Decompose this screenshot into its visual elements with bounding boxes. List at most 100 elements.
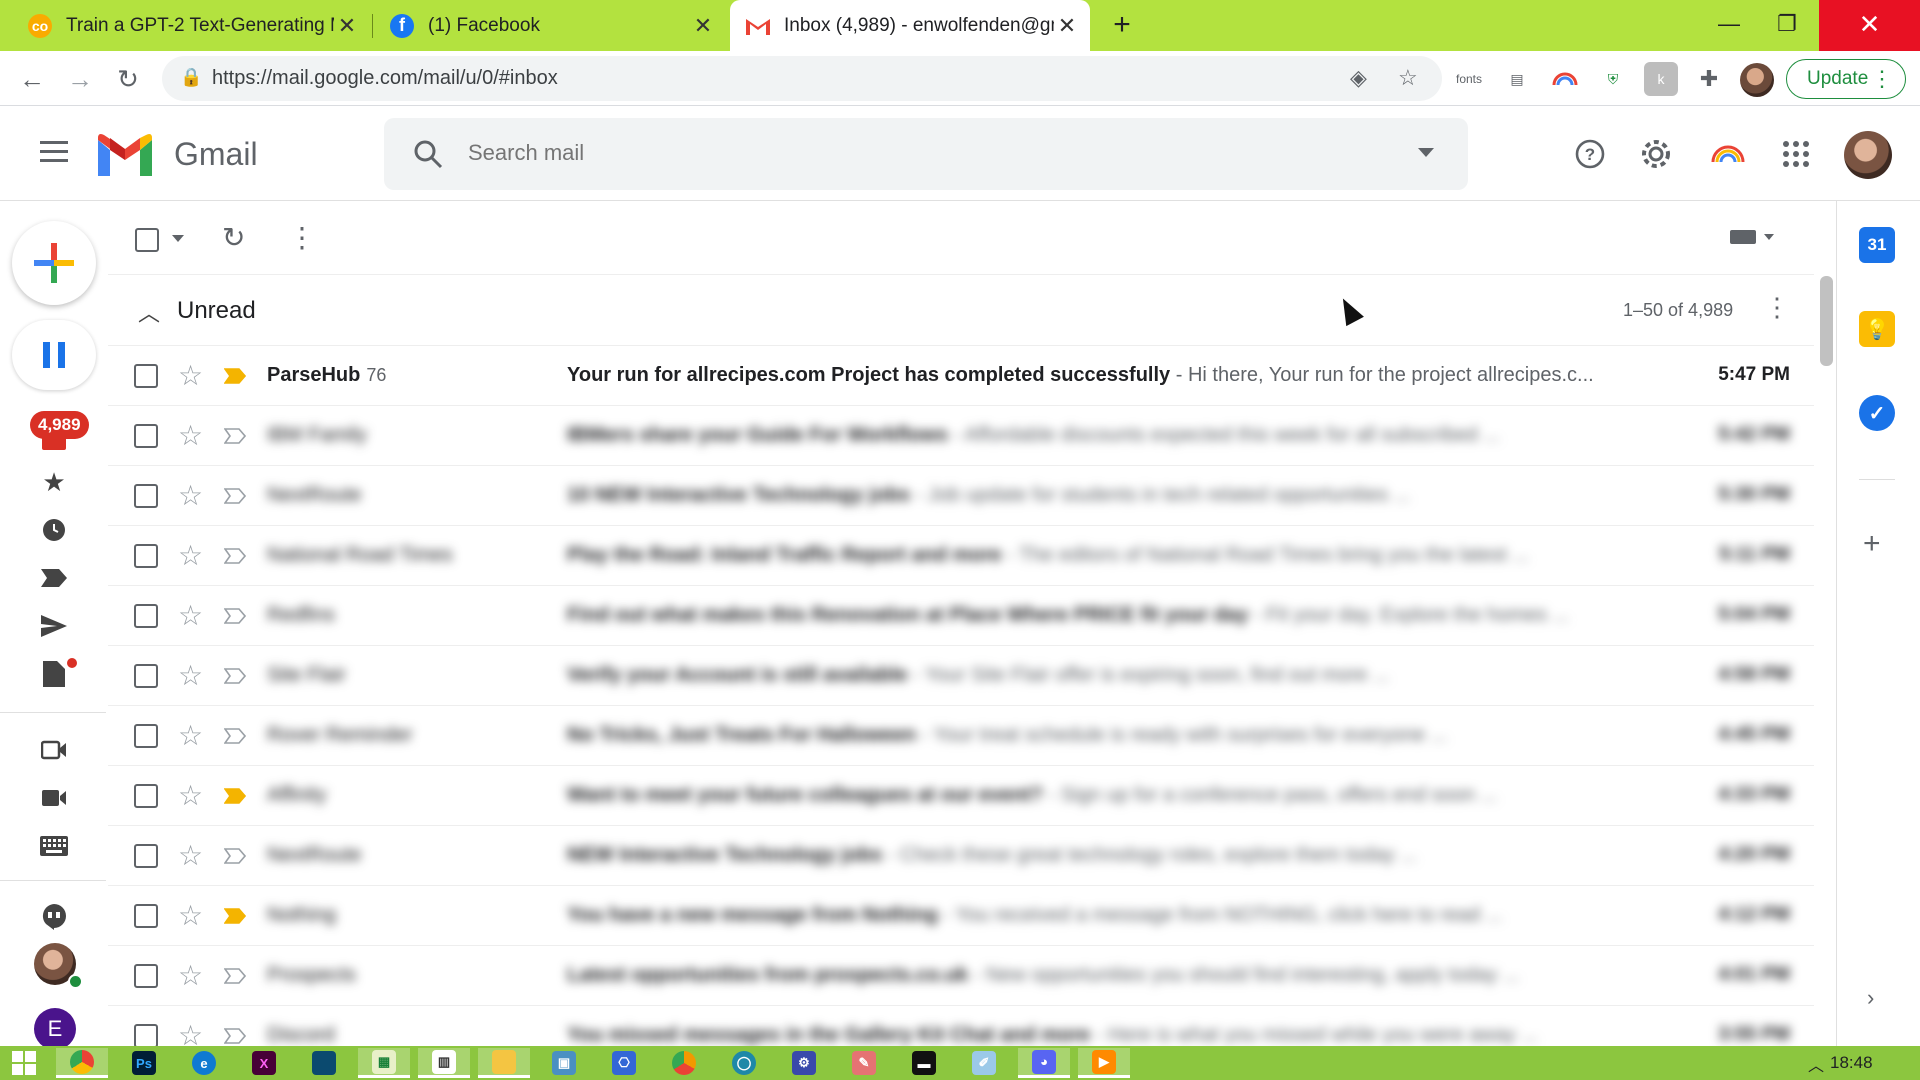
importance-marker-icon[interactable] (224, 668, 246, 684)
email-row[interactable]: ☆ Affinity Want to meet your future coll… (108, 766, 1814, 826)
importance-marker-icon[interactable] (224, 1028, 246, 1044)
puzzle-icon[interactable]: ✚ (1692, 62, 1726, 96)
gear-app-icon[interactable]: ⚙ (778, 1048, 830, 1078)
keyboard-icon[interactable] (34, 826, 74, 866)
email-row[interactable]: ☆ NextRoute NEW Interactive Technology j… (108, 826, 1814, 886)
more-actions-icon[interactable]: ⋮ (288, 221, 316, 254)
settings-gear-icon[interactable] (1634, 132, 1678, 176)
row-checkbox[interactable] (134, 844, 158, 868)
importance-marker-icon[interactable] (224, 368, 246, 384)
scrollbar-thumb[interactable] (1820, 276, 1833, 366)
css-icon[interactable]: ▤ (1500, 62, 1534, 96)
star-icon[interactable]: ☆ (178, 719, 203, 752)
fonts-extension-icon[interactable]: fonts (1452, 62, 1486, 96)
tab-facebook[interactable]: f (1) Facebook ✕ (374, 0, 726, 51)
email-row[interactable]: ☆ Redfins Find out what makes this Renov… (108, 586, 1814, 646)
row-checkbox[interactable] (134, 364, 158, 388)
gmail-logo-icon[interactable] (98, 134, 152, 176)
email-row[interactable]: ☆ ParseHub 76 Your run for allrecipes.com… (108, 346, 1814, 406)
star-icon[interactable]: ☆ (178, 899, 203, 932)
search-options-icon[interactable] (1418, 148, 1434, 157)
importance-marker-icon[interactable] (224, 848, 246, 864)
meet-new-meeting-icon[interactable] (34, 730, 74, 770)
paint-icon[interactable]: ✎ (838, 1048, 890, 1078)
rainbow-addon-icon[interactable] (1706, 132, 1750, 176)
taskbar-clock[interactable]: 18:48 (1830, 1053, 1873, 1073)
account-initial-avatar[interactable]: E (34, 1008, 76, 1050)
python-icon[interactable]: ◯ (718, 1048, 770, 1078)
important-label-icon[interactable] (34, 558, 74, 598)
windows-start-icon[interactable] (12, 1051, 36, 1075)
tab-close-icon[interactable]: ✕ (1054, 13, 1080, 39)
email-row[interactable]: ☆ National Road Times Play the Road: Inl… (108, 526, 1814, 586)
discord-icon[interactable]: ◕ (1018, 1048, 1070, 1078)
importance-marker-icon[interactable] (224, 788, 246, 804)
shield-icon[interactable]: ⛨ (1596, 62, 1630, 96)
refresh-icon[interactable]: ↻ (222, 221, 245, 254)
k-icon[interactable]: k (1644, 62, 1678, 96)
pagination-count[interactable]: 1–50 of 4,989 (1623, 300, 1733, 321)
collapse-chevron-icon[interactable]: ︿ (138, 296, 160, 328)
network-icon[interactable]: ⎔ (598, 1048, 650, 1078)
chat-hangouts-icon[interactable] (34, 897, 74, 937)
importance-marker-icon[interactable] (224, 728, 246, 744)
tray-overflow-chevron-icon[interactable]: ︿ (1808, 1052, 1824, 1076)
rainbow-icon[interactable] (1548, 62, 1582, 96)
edge-icon[interactable]: e (178, 1048, 230, 1078)
lock-icon[interactable]: 🔒 (180, 67, 202, 88)
tab-colab[interactable]: co Train a GPT-2 Text-Generating M ✕ (12, 0, 370, 51)
apps-grid-icon[interactable] (1774, 132, 1818, 176)
star-icon[interactable]: ☆ (178, 959, 203, 992)
gmail-wordmark[interactable]: Gmail (174, 136, 258, 173)
row-checkbox[interactable] (134, 964, 158, 988)
row-checkbox[interactable] (134, 544, 158, 568)
get-addons-plus-icon[interactable]: + (1863, 527, 1881, 561)
star-icon[interactable]: ☆ (178, 419, 203, 452)
reader-icon[interactable]: ▥ (418, 1048, 470, 1078)
email-row[interactable]: ☆ Nothing You have a new message from No… (108, 886, 1814, 946)
pause-inbox-button[interactable] (12, 320, 96, 390)
tab-close-icon[interactable]: ✕ (334, 13, 360, 39)
media-icon[interactable]: ▶ (1078, 1048, 1130, 1078)
forward-button[interactable]: → (62, 61, 98, 97)
email-row[interactable]: ☆ Rover Reminder No Tricks, Just Treats … (108, 706, 1814, 766)
row-checkbox[interactable] (134, 904, 158, 928)
select-all-checkbox[interactable] (135, 228, 159, 252)
show-side-panel-chevron-icon[interactable]: › (1867, 985, 1874, 1011)
compose-button[interactable] (12, 221, 96, 305)
section-options-icon[interactable]: ⋮ (1764, 292, 1790, 323)
chrome-icon[interactable] (56, 1048, 108, 1078)
main-menu-icon[interactable] (36, 134, 72, 170)
keep-icon[interactable]: 💡 (1859, 311, 1895, 347)
row-checkbox[interactable] (134, 784, 158, 808)
meet-video-icon[interactable] (34, 778, 74, 818)
profile-avatar[interactable] (1740, 63, 1774, 97)
sheets-icon[interactable]: ▦ (358, 1048, 410, 1078)
snoozed-clock-icon[interactable] (34, 510, 74, 550)
row-checkbox[interactable] (134, 664, 158, 688)
terminal-icon[interactable]: ▬ (898, 1048, 950, 1078)
tab-gmail[interactable]: Inbox (4,989) - enwolfenden@gm ✕ (730, 0, 1090, 51)
bookmark-star-icon[interactable]: ☆ (1398, 65, 1418, 91)
importance-marker-icon[interactable] (224, 608, 246, 624)
select-menu-chevron-icon[interactable] (172, 235, 184, 242)
email-row[interactable]: ☆ NextRoute 10 NEW Interactive Technolog… (108, 466, 1814, 526)
importance-marker-icon[interactable] (224, 968, 246, 984)
email-row[interactable]: ☆ IBM Family IBMers share your Guide For… (108, 406, 1814, 466)
restore-button[interactable]: ❐ (1752, 0, 1822, 51)
star-icon[interactable]: ☆ (178, 779, 203, 812)
starred-icon[interactable]: ★ (34, 462, 74, 502)
search-icon[interactable] (410, 136, 446, 172)
unread-section-header[interactable]: ︿ Unread 1–50 of 4,989 ⋮ (108, 276, 1814, 346)
notebook-icon[interactable] (298, 1048, 350, 1078)
calendar-icon[interactable]: 31 (1859, 227, 1895, 263)
address-bar[interactable]: 🔒 https://mail.google.com/mail/u/0/#inbo… (162, 56, 1442, 101)
email-row[interactable]: ☆ Prospects Latest opportunities from pr… (108, 946, 1814, 1006)
search-input[interactable] (468, 140, 1368, 166)
importance-marker-icon[interactable] (224, 908, 246, 924)
email-row[interactable]: ☆ Site Flair Verify your Account is stil… (108, 646, 1814, 706)
star-icon[interactable]: ☆ (178, 359, 203, 392)
update-button[interactable]: Update ⋮ (1786, 59, 1906, 99)
star-icon[interactable]: ☆ (178, 539, 203, 572)
importance-marker-icon[interactable] (224, 548, 246, 564)
